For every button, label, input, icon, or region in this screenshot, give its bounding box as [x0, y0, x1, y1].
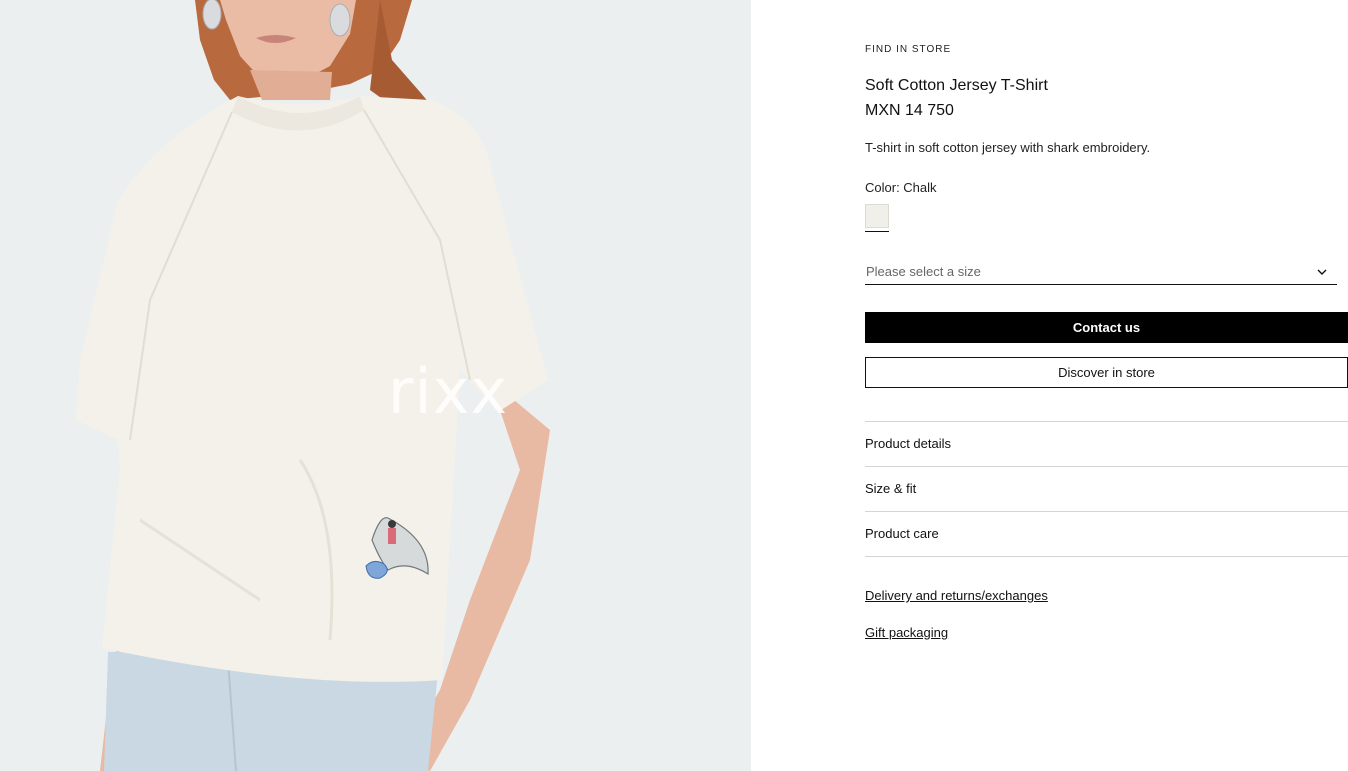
product-price: MXN 14 750	[865, 102, 954, 119]
color-swatch-chalk[interactable]	[865, 204, 889, 228]
accordion-product-details[interactable]: Product details	[865, 421, 1348, 466]
size-select-placeholder: Please select a size	[866, 264, 981, 279]
product-title: Soft Cotton Jersey T-Shirt	[865, 77, 1048, 94]
contact-us-button[interactable]: Contact us	[865, 312, 1348, 343]
watermark-text: rixx	[388, 355, 509, 428]
swatch-selected-indicator	[865, 231, 889, 232]
find-in-store-link[interactable]: FIND IN STORE	[865, 44, 951, 55]
color-label: Color: Chalk	[865, 180, 937, 195]
product-description: T-shirt in soft cotton jersey with shark…	[865, 140, 1151, 155]
chevron-down-icon	[1317, 269, 1327, 275]
accordion-product-care[interactable]: Product care	[865, 511, 1348, 557]
delivery-returns-link[interactable]: Delivery and returns/exchanges	[865, 588, 1048, 603]
discover-in-store-button[interactable]: Discover in store	[865, 357, 1348, 388]
product-info-panel: FIND IN STORE Soft Cotton Jersey T-Shirt…	[865, 0, 1348, 771]
product-photo	[0, 0, 751, 771]
product-image: rixx	[0, 0, 751, 771]
size-select[interactable]: Please select a size	[865, 258, 1337, 285]
product-accordion: Product details Size & fit Product care	[865, 421, 1348, 557]
accordion-size-fit[interactable]: Size & fit	[865, 466, 1348, 511]
gift-packaging-link[interactable]: Gift packaging	[865, 625, 948, 640]
